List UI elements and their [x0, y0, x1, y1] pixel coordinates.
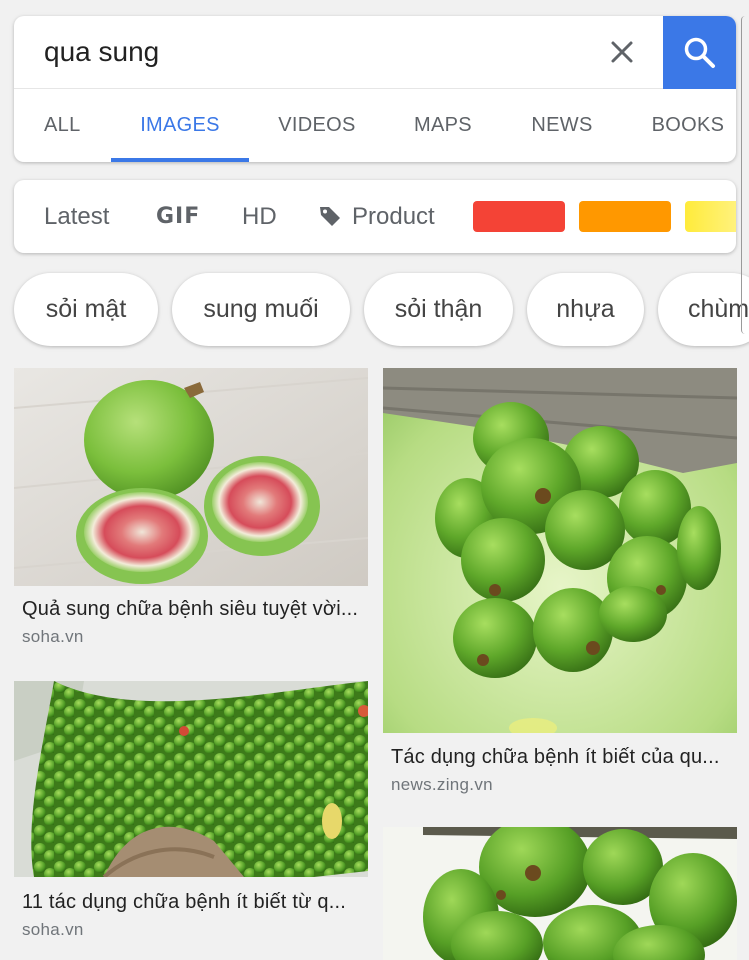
- chip-chum[interactable]: chùm: [658, 273, 749, 346]
- result-source: news.zing.vn: [391, 775, 493, 794]
- filter-gif[interactable]: GIF: [156, 180, 200, 253]
- chip-soi-mat[interactable]: sỏi mật: [14, 273, 158, 346]
- tag-icon: [320, 207, 340, 226]
- search-button[interactable]: [663, 16, 736, 89]
- fig-cluster-photo: [383, 368, 737, 733]
- image-result[interactable]: 11 tác dụng chữa bệnh ít biết từ q... so…: [14, 681, 368, 951]
- search-icon: [684, 37, 715, 68]
- tab-images[interactable]: IMAGES: [111, 89, 249, 162]
- result-caption: 11 tác dụng chữa bệnh ít biết từ q...: [22, 891, 347, 913]
- tab-books[interactable]: BOOKS: [650, 89, 726, 162]
- search-card: qua sung ALL IMAGES VIDEOS MAPS NEWS BOO…: [14, 16, 736, 162]
- filter-product[interactable]: Product: [352, 180, 435, 253]
- color-filter-orange[interactable]: [579, 201, 671, 232]
- fig-closeup-photo: [383, 827, 737, 960]
- chip-sung-muoi[interactable]: sung muối: [172, 273, 350, 346]
- search-input[interactable]: qua sung: [44, 36, 159, 68]
- chip-nhua[interactable]: nhựa: [527, 273, 644, 346]
- search-tabs: ALL IMAGES VIDEOS MAPS NEWS BOOKS: [14, 89, 736, 162]
- color-filter-yellow[interactable]: [685, 201, 736, 232]
- image-result[interactable]: Tác dụng chữa bệnh ít biết của qu... new…: [383, 368, 737, 798]
- clear-button[interactable]: [602, 32, 642, 72]
- color-filter-red[interactable]: [473, 201, 565, 232]
- chip-soi-than[interactable]: sỏi thận: [364, 273, 513, 346]
- scroll-edge: [741, 16, 749, 334]
- result-caption: Tác dụng chữa bệnh ít biết của qu...: [391, 746, 720, 768]
- image-result[interactable]: Quả sung chữa bệnh siêu tuyệt vời... soh…: [14, 368, 368, 658]
- image-result[interactable]: [383, 827, 737, 960]
- halved-fig-photo: [14, 368, 368, 586]
- close-icon: [611, 41, 633, 63]
- tab-all[interactable]: ALL: [44, 89, 80, 162]
- result-source: soha.vn: [22, 627, 84, 646]
- result-source: soha.vn: [22, 920, 84, 939]
- filter-latest[interactable]: Latest: [44, 180, 109, 253]
- tab-news[interactable]: NEWS: [531, 89, 593, 162]
- active-tab-indicator: [111, 158, 249, 162]
- tab-maps[interactable]: MAPS: [412, 89, 474, 162]
- filter-hd[interactable]: HD: [242, 180, 277, 253]
- filter-bar: Latest GIF HD Product: [14, 180, 736, 253]
- fig-tree-cluster-photo: [14, 681, 368, 877]
- tab-videos[interactable]: VIDEOS: [278, 89, 356, 162]
- search-bar: qua sung: [14, 16, 736, 89]
- result-caption: Quả sung chữa bệnh siêu tuyệt vời...: [22, 598, 359, 620]
